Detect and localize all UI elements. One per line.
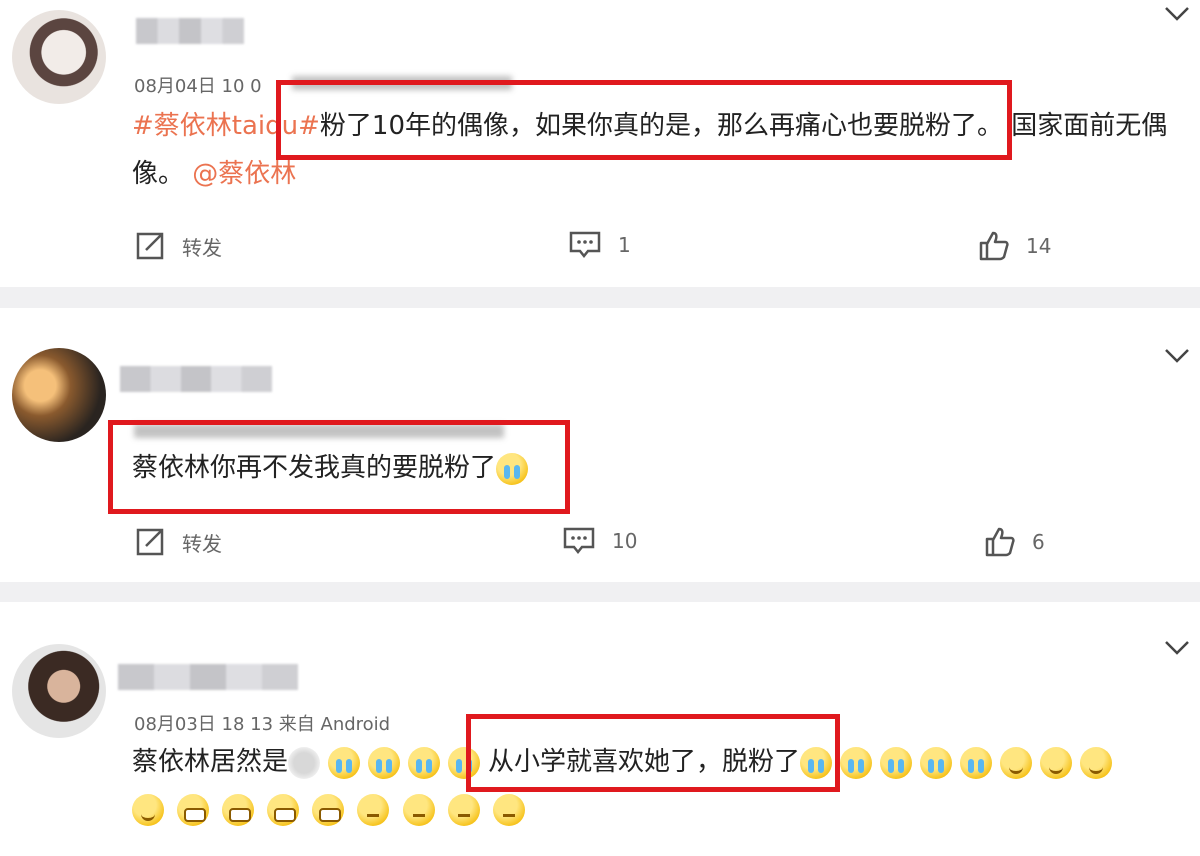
crying-emoji-icon <box>408 746 441 779</box>
like-count: 14 <box>1026 234 1052 258</box>
repost-label: 转发 <box>182 235 222 260</box>
emoji-row <box>132 794 533 826</box>
like-count: 6 <box>1032 530 1045 554</box>
username-blurred <box>120 366 272 392</box>
like-icon <box>979 231 1009 261</box>
comment-icon <box>563 527 595 555</box>
mention-link[interactable]: @蔡依林 <box>192 159 296 189</box>
highlight-box <box>108 420 570 514</box>
grimace-emoji-icon <box>177 794 210 826</box>
chevron-down-icon[interactable] <box>1164 6 1190 22</box>
post-text-line2: 像。 <box>132 159 185 189</box>
like-button[interactable]: 6 <box>984 526 1045 558</box>
crying-emoji-icon <box>920 746 953 779</box>
thinking-emoji-icon <box>357 794 390 826</box>
like-icon <box>985 527 1015 557</box>
avatar[interactable] <box>12 348 106 442</box>
post-meta: 08月03日 18 13 来自 Android <box>134 714 391 735</box>
comment-count: 10 <box>612 529 638 553</box>
thinking-emoji-icon <box>402 794 435 826</box>
highlight-box <box>466 714 840 792</box>
comment-icon <box>569 231 601 259</box>
repost-icon <box>136 528 164 556</box>
blurred-emoji-icon <box>288 746 321 779</box>
chevron-down-icon[interactable] <box>1164 640 1190 656</box>
comment-count: 1 <box>618 233 631 257</box>
like-button[interactable]: 14 <box>978 230 1051 262</box>
post-date: 08月04日 10 0 <box>134 76 262 97</box>
username-blurred <box>136 18 244 44</box>
username-blurred <box>118 664 298 690</box>
grimace-emoji-icon <box>312 794 345 826</box>
repost-icon <box>136 232 164 260</box>
comment-button[interactable]: 1 <box>568 230 631 260</box>
avatar[interactable] <box>12 10 106 104</box>
post-card: 蔡依林你再不发我真的要脱粉了 转发 10 6 <box>0 308 1200 582</box>
repost-button[interactable]: 转发 <box>134 526 222 558</box>
repost-label: 转发 <box>182 531 222 556</box>
repost-button[interactable]: 转发 <box>134 230 222 262</box>
smile-emoji-icon <box>1040 746 1073 779</box>
comment-button[interactable]: 10 <box>562 526 637 556</box>
chevron-down-icon[interactable] <box>1164 348 1190 364</box>
crying-emoji-icon <box>880 746 913 779</box>
thinking-emoji-icon <box>447 794 480 826</box>
crying-emoji-icon <box>328 746 361 779</box>
smile-emoji-icon <box>1080 746 1113 779</box>
crying-emoji-icon <box>840 746 873 779</box>
avatar[interactable] <box>12 644 106 738</box>
post-card: 08月03日 18 13 来自 Android 蔡依林居然是 从小学就喜欢她了，脱… <box>0 602 1200 856</box>
grimace-emoji-icon <box>267 794 300 826</box>
grimace-emoji-icon <box>222 794 255 826</box>
smile-emoji-icon <box>1000 746 1033 779</box>
smile-emoji-icon <box>132 794 164 826</box>
post-card: 08月04日 10 0 #蔡依林taidu#粉了10年的偶像，如果你真的是，那么… <box>0 0 1200 287</box>
highlight-box <box>276 80 1012 160</box>
crying-emoji-icon <box>368 746 401 779</box>
post-text: 蔡依林居然是 <box>132 747 289 777</box>
post-meta: 08月04日 10 0 <box>134 72 262 98</box>
post-text: 国家面前无偶 <box>1011 111 1168 141</box>
crying-emoji-icon <box>960 746 993 779</box>
thinking-emoji-icon <box>492 794 525 826</box>
